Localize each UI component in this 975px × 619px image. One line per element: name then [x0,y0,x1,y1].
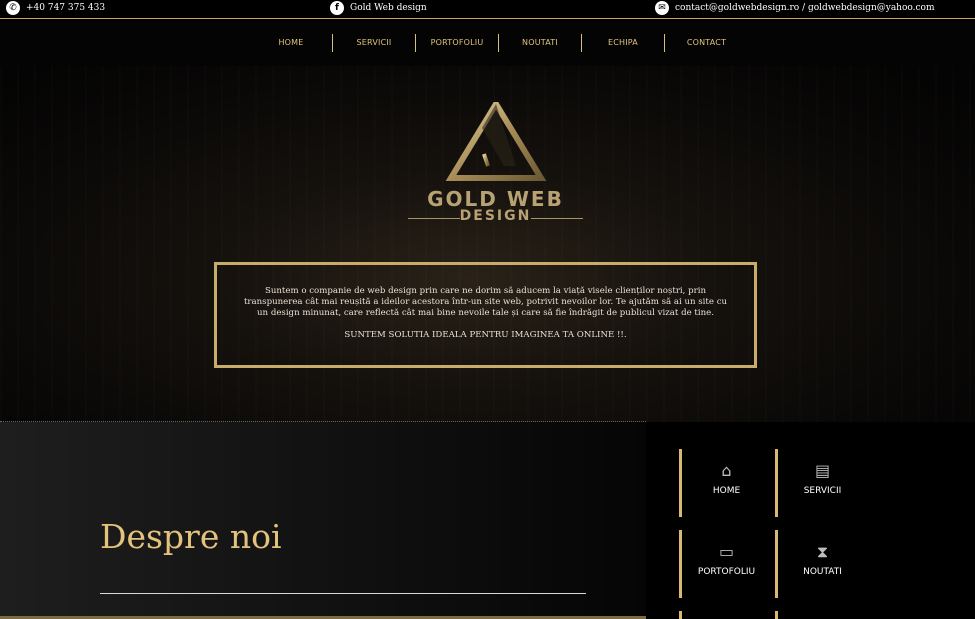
facebook-icon: f [330,1,344,15]
document-list-icon: ▤ [814,461,831,480]
email-item[interactable]: ✉ contact@goldwebdesign.ro / goldwebdesi… [655,1,935,15]
facebook-label: Gold Web design [350,3,427,13]
nav-contact[interactable]: CONTACT [665,34,748,52]
home-icon: ⌂ [721,461,732,480]
logo-wordmark[interactable]: GOLD WEB DESIGN [408,187,583,224]
intro-paragraph: Suntem o companie de web design prin car… [243,286,728,318]
tile-home-label: HOME [712,486,741,496]
tile-noutati-label: NOUTATI [803,567,842,577]
tile-noutati[interactable]: ⧗ NOUTATI [775,530,867,598]
facebook-item[interactable]: f Gold Web design [330,1,427,15]
nav-noutati[interactable]: NOUTATI [499,34,582,52]
logo-rule-left [408,218,460,219]
tile-partial-left[interactable] [679,611,771,619]
main-navigation: HOME SERVICII PORTOFOLIU NOUTATI ECHIPA … [0,20,975,66]
logo-rule-right [531,218,583,219]
about-title: Despre noi [100,517,282,556]
email-icon: ✉ [655,1,669,15]
email-address: contact@goldwebdesign.ro / goldwebdesign… [675,3,935,13]
intro-tagline: SUNTEM SOLUTIA IDEALA PENTRU IMAGINEA TA… [344,330,627,340]
nav-servicii[interactable]: SERVICII [333,34,416,52]
hourglass-icon: ⧗ [816,542,829,561]
phone-icon: ✆ [6,1,20,15]
phone-item[interactable]: ✆ +40 747 375 433 [6,1,105,15]
nav-echipa[interactable]: ECHIPA [582,34,665,52]
folder-icon: ▭ [718,542,735,561]
nav-home[interactable]: HOME [250,34,333,52]
about-divider [100,593,586,594]
tile-portofoliu[interactable]: ▭ PORTOFOLIU [679,530,771,598]
quick-nav-panel: ⌂ HOME ▤ SERVICII ▭ PORTOFOLIU ⧗ NOUTATI [646,422,975,619]
nav-portofoliu[interactable]: PORTOFOLIU [416,34,499,52]
tile-portofoliu-label: PORTOFOLIU [697,567,756,577]
hero-section: GOLD WEB DESIGN Suntem o companie de web… [0,66,975,422]
tile-partial-right[interactable] [775,611,867,619]
tile-servicii-label: SERVICII [803,486,842,496]
phone-number: +40 747 375 433 [26,3,106,13]
about-section: Despre noi [0,422,646,619]
intro-box: Suntem o companie de web design prin car… [214,262,757,368]
top-contact-bar: ✆ +40 747 375 433 f Gold Web design ✉ co… [0,0,975,19]
tile-servicii[interactable]: ▤ SERVICII [775,449,867,517]
tile-home[interactable]: ⌂ HOME [679,449,771,517]
